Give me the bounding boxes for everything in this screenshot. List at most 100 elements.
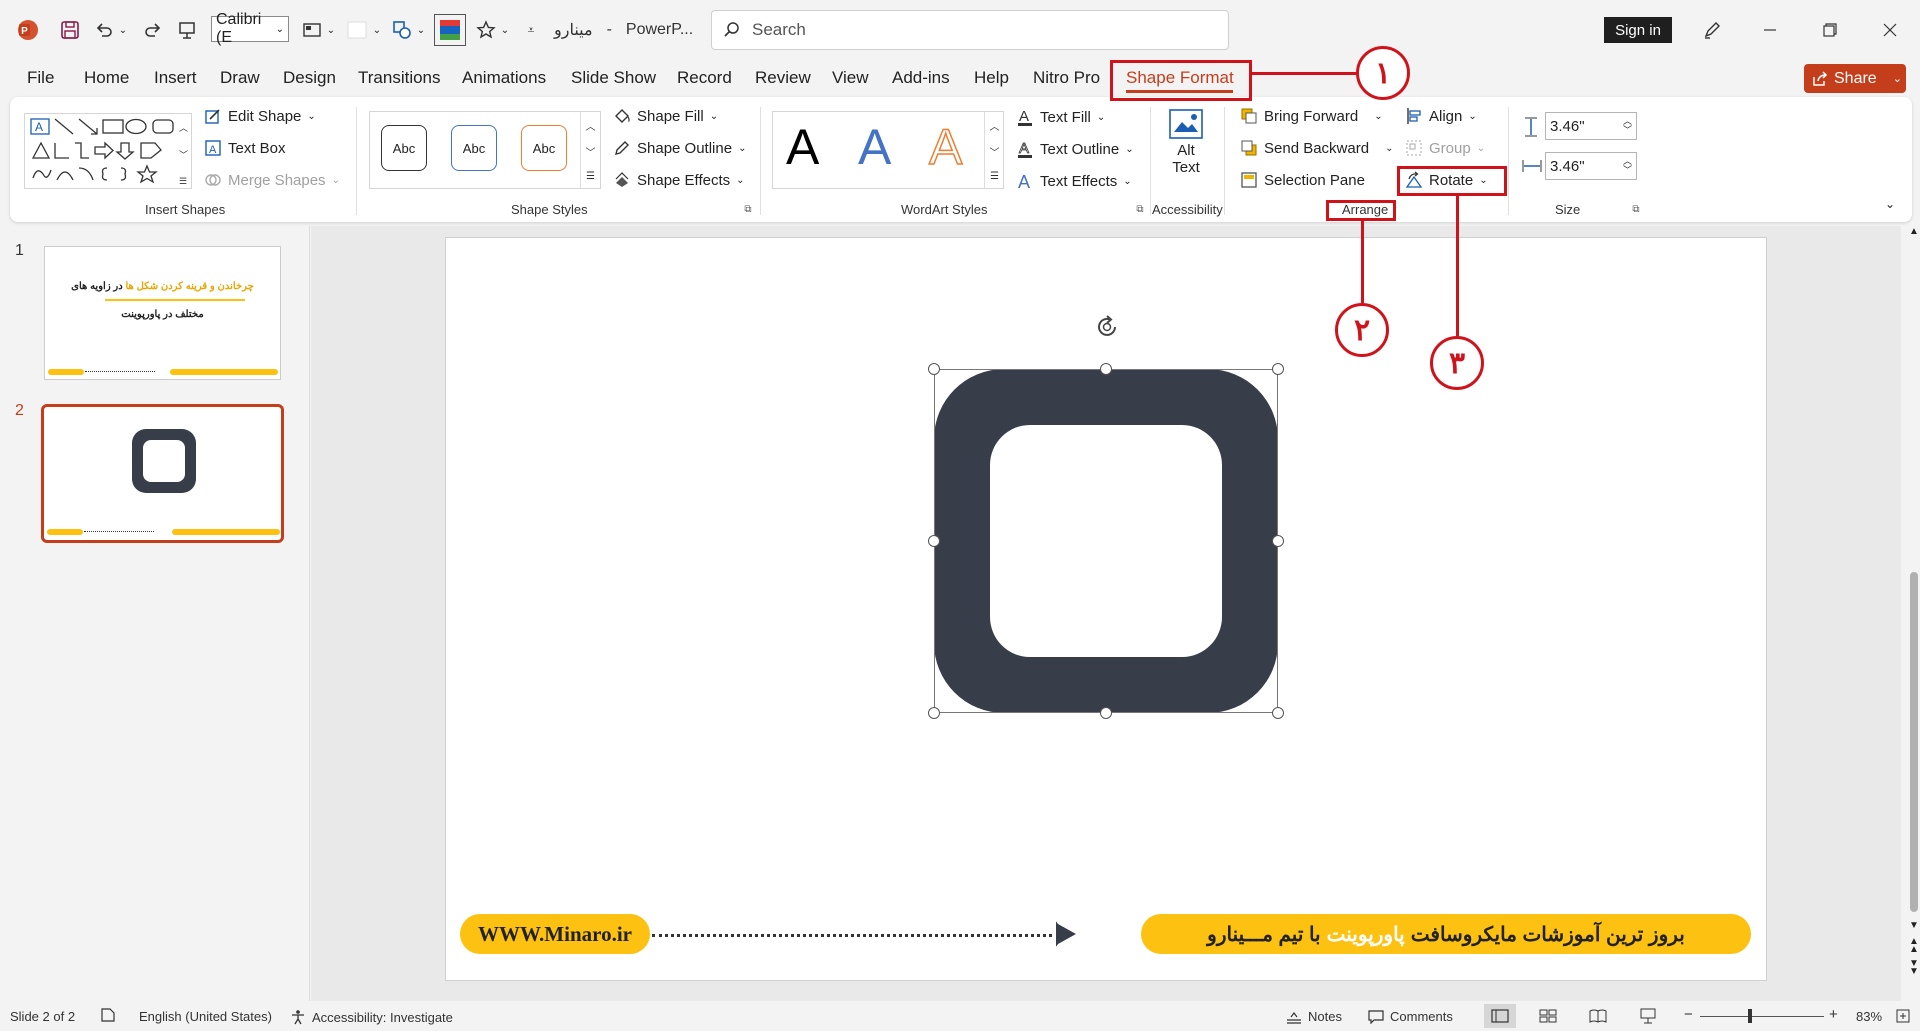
star-favorite-icon[interactable] xyxy=(474,18,498,42)
tab-insert[interactable]: Insert xyxy=(154,68,197,88)
tab-animations[interactable]: Animations xyxy=(462,68,546,88)
text-outline-button[interactable]: A Text Outline ⌄ xyxy=(1016,139,1134,159)
text-fill-button[interactable]: A Text Fill ⌄ xyxy=(1016,107,1105,127)
star-dropdown-icon[interactable]: ⌄ xyxy=(499,22,511,38)
selection-pane-button[interactable]: Selection Pane xyxy=(1240,171,1365,189)
shapes-dropdown-icon[interactable]: ⌄ xyxy=(415,22,427,38)
width-spinner-icon[interactable]: ︿ ﹀ xyxy=(1623,157,1632,175)
language-indicator[interactable]: English (United States) xyxy=(139,1009,272,1024)
zoom-slider-thumb[interactable] xyxy=(1748,1009,1752,1023)
resize-handle-w[interactable] xyxy=(928,535,940,547)
shape-style-sample-blue[interactable]: Abc xyxy=(451,125,497,171)
resize-handle-s[interactable] xyxy=(1100,707,1112,719)
shape-fill-color-icon[interactable] xyxy=(344,18,370,42)
font-name-combo[interactable]: Calibri (E ⌄ xyxy=(211,11,289,46)
shape-styles-scroll[interactable]: ︿ ﹀ ☰ xyxy=(580,112,600,188)
wordart-sample-black[interactable]: A xyxy=(786,118,819,176)
shape-style-quick-icon[interactable] xyxy=(434,14,466,46)
collapse-ribbon-icon[interactable]: ⌄ xyxy=(1882,196,1898,212)
close-icon[interactable] xyxy=(1878,18,1902,42)
resize-handle-n[interactable] xyxy=(1100,363,1112,375)
notes-check-icon[interactable] xyxy=(100,1007,116,1023)
shape-fill-button[interactable]: Shape Fill ⌄ xyxy=(613,107,718,125)
scroll-up-icon[interactable]: ▲ xyxy=(1909,226,1919,237)
vertical-scrollbar[interactable]: ▲ ▼ ▲ ▲ ▼ ▼ xyxy=(1907,226,1920,1001)
shape-height-input[interactable]: 3.46" ︿ ﹀ xyxy=(1545,112,1637,140)
tab-add-ins[interactable]: Add-ins xyxy=(892,68,950,88)
reading-view-icon[interactable] xyxy=(1588,1007,1608,1025)
shape-outline-button[interactable]: Shape Outline ⌄ xyxy=(613,139,746,157)
present-from-start-icon[interactable] xyxy=(175,18,199,42)
scrollbar-thumb[interactable] xyxy=(1910,572,1918,912)
layout-dropdown-icon[interactable]: ⌄ xyxy=(325,22,337,38)
tab-home[interactable]: Home xyxy=(84,68,129,88)
edit-shape-button[interactable]: Edit Shape ⌄ xyxy=(204,107,316,125)
zoom-out-icon[interactable]: − xyxy=(1684,1006,1693,1023)
zoom-level[interactable]: 83% xyxy=(1856,1009,1882,1024)
customize-toolbar-icon[interactable]: ⩡ xyxy=(524,22,538,38)
tab-review[interactable]: Review xyxy=(755,68,811,88)
next-slide-icon[interactable]: ▼ ▼ xyxy=(1909,959,1919,977)
tab-draw[interactable]: Draw xyxy=(220,68,260,88)
normal-view-icon[interactable] xyxy=(1484,1004,1516,1028)
bring-forward-button[interactable]: Bring Forward ⌄ xyxy=(1240,107,1383,125)
shapes-gallery[interactable]: A ︿ ﹀ ☰ xyxy=(24,113,192,189)
shape-style-sample-dark[interactable]: Abc xyxy=(381,125,427,171)
shape-width-input[interactable]: 3.46" ︿ ﹀ xyxy=(1545,152,1637,180)
resize-handle-se[interactable] xyxy=(1272,707,1284,719)
dialog-launcher-icon[interactable]: ⧉ xyxy=(1134,203,1146,215)
fit-to-window-icon[interactable] xyxy=(1894,1007,1912,1025)
rotation-handle-icon[interactable] xyxy=(1093,313,1121,341)
group-button[interactable]: Group ⌄ xyxy=(1405,139,1485,157)
zoom-in-icon[interactable]: + xyxy=(1829,1006,1838,1023)
slide-sorter-icon[interactable] xyxy=(1538,1007,1558,1025)
slide-canvas[interactable]: WWW.Minaro.ir بروز ترین آموزشات مایکروسا… xyxy=(445,237,1767,981)
tab-record[interactable]: Record xyxy=(677,68,732,88)
save-icon[interactable] xyxy=(58,18,82,42)
tab-design[interactable]: Design xyxy=(283,68,336,88)
shape-style-sample-orange[interactable]: Abc xyxy=(521,125,567,171)
zoom-slider-track[interactable] xyxy=(1700,1016,1824,1017)
alt-text-button[interactable]: Alt Text xyxy=(1164,108,1208,188)
text-effects-button[interactable]: A Text Effects ⌄ xyxy=(1016,171,1132,191)
sign-in-button[interactable]: Sign in xyxy=(1604,17,1672,43)
redo-icon[interactable] xyxy=(141,18,165,42)
shape-effects-button[interactable]: Shape Effects ⌄ xyxy=(613,171,745,189)
wordart-sample-blue[interactable]: A xyxy=(858,118,891,176)
slide-thumbnail-1[interactable]: چرخاندن و قرینه کردن شکل ها در زاویه های… xyxy=(44,246,281,380)
undo-dropdown-icon[interactable]: ⌄ xyxy=(117,22,129,38)
scroll-down-icon[interactable]: ▼ xyxy=(1909,920,1919,931)
height-spinner-icon[interactable]: ︿ ﹀ xyxy=(1623,117,1632,135)
resize-handle-sw[interactable] xyxy=(928,707,940,719)
merge-shapes-button[interactable]: Merge Shapes ⌄ xyxy=(204,171,340,189)
text-box-button[interactable]: A Text Box xyxy=(204,139,286,157)
minimize-icon[interactable] xyxy=(1758,18,1782,42)
slide-thumbnail-2-selected[interactable] xyxy=(41,404,284,543)
share-button[interactable]: Share ⌄ xyxy=(1804,64,1906,93)
restore-icon[interactable] xyxy=(1818,18,1842,42)
tab-file[interactable]: File xyxy=(27,68,54,88)
fill-dropdown-icon[interactable]: ⌄ xyxy=(371,22,383,38)
dialog-launcher-icon[interactable]: ⧉ xyxy=(742,203,754,215)
tab-help[interactable]: Help xyxy=(974,68,1009,88)
send-backward-button[interactable]: Send Backward ⌄ xyxy=(1240,139,1393,157)
tab-slide-show[interactable]: Slide Show xyxy=(571,68,656,88)
tab-nitro-pro[interactable]: Nitro Pro xyxy=(1033,68,1100,88)
notes-button[interactable]: Notes xyxy=(1286,1009,1342,1024)
shapes-quick-icon[interactable] xyxy=(390,18,414,42)
resize-handle-nw[interactable] xyxy=(928,363,940,375)
previous-slide-icon[interactable]: ▲ ▲ xyxy=(1909,937,1919,955)
layout-icon[interactable] xyxy=(300,18,324,42)
resize-handle-e[interactable] xyxy=(1272,535,1284,547)
search-box[interactable]: Search xyxy=(711,10,1229,50)
pen-coauthor-icon[interactable] xyxy=(1700,18,1724,42)
comments-button[interactable]: Comments xyxy=(1368,1009,1453,1024)
wordart-sample-orange[interactable]: A xyxy=(928,118,963,176)
align-button[interactable]: Align ⌄ xyxy=(1405,107,1477,125)
slide-show-view-icon[interactable] xyxy=(1638,1007,1658,1025)
tab-view[interactable]: View xyxy=(832,68,869,88)
tab-transitions[interactable]: Transitions xyxy=(358,68,441,88)
undo-icon[interactable] xyxy=(92,18,116,42)
accessibility-status[interactable]: Accessibility: Investigate xyxy=(290,1009,453,1025)
dialog-launcher-icon[interactable]: ⧉ xyxy=(1630,203,1642,215)
